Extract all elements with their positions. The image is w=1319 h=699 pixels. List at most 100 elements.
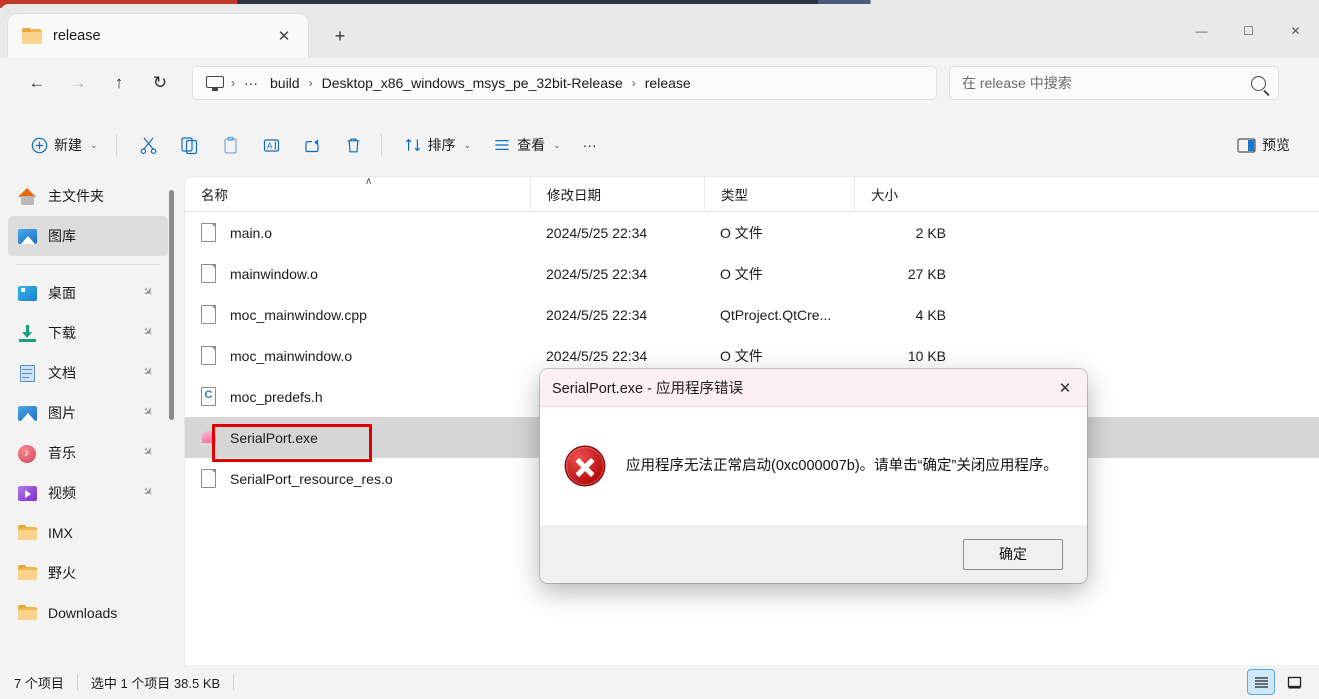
sidebar-item-videos[interactable]: 视频 ✈: [8, 473, 168, 513]
sidebar-item-label: Downloads: [48, 605, 118, 621]
new-button[interactable]: 新建 ⌄: [22, 128, 107, 162]
navigation-pane: 主文件夹 图库 桌面 ✈ 下载 ✈ 文档 ✈ 图片 ✈ ♪ 音乐 ✈ 视频 ✈ …: [0, 176, 176, 665]
sidebar-item-desktop[interactable]: 桌面 ✈: [8, 273, 168, 313]
window-controls: — ☐ ✕: [1178, 8, 1319, 54]
dialog-message: 应用程序无法正常启动(0xc000007b)。请单击“确定”关闭应用程序。: [626, 457, 1058, 474]
sidebar-scrollbar[interactable]: [169, 190, 174, 420]
pin-icon[interactable]: ✈: [140, 483, 158, 501]
table-row[interactable]: main.o 2024/5/25 22:34 O 文件 2 KB: [185, 212, 1319, 253]
file-date-cell: 2024/5/25 22:34: [546, 265, 648, 282]
exe-icon: [201, 428, 218, 448]
sidebar-item-gallery[interactable]: 图库: [8, 216, 168, 256]
sidebar-item-downloads[interactable]: 下载 ✈: [8, 313, 168, 353]
copy-button[interactable]: [171, 128, 208, 162]
delete-button[interactable]: [335, 128, 372, 162]
file-name: moc_predefs.h: [230, 388, 323, 405]
search-box[interactable]: [949, 66, 1279, 100]
back-button[interactable]: ←: [20, 66, 54, 100]
sidebar-item-home[interactable]: 主文件夹: [8, 176, 168, 216]
document-icon: [18, 364, 37, 383]
gallery-icon: [18, 227, 37, 246]
this-pc-icon[interactable]: [206, 75, 224, 91]
search-input[interactable]: [962, 75, 1251, 91]
address-bar[interactable]: › ··· build › Desktop_x86_windows_msys_p…: [192, 66, 937, 100]
maximize-button[interactable]: ☐: [1225, 8, 1272, 54]
column-header-row: 名称 ∧ 修改日期 类型 大小: [185, 177, 1319, 212]
paste-button[interactable]: [212, 128, 249, 162]
music-icon: ♪: [18, 444, 37, 463]
ok-button[interactable]: 确定: [963, 538, 1063, 570]
file-name: moc_mainwindow.o: [230, 347, 353, 364]
file-icon: [201, 345, 218, 366]
divider: [76, 674, 78, 690]
application-error-dialog: SerialPort.exe - 应用程序错误 ✕ 应用程序无法正常启动(0xc…: [540, 369, 1087, 583]
sidebar-item-music[interactable]: ♪ 音乐 ✈: [8, 433, 168, 473]
new-tab-button[interactable]: +: [326, 22, 354, 50]
column-header-label: 类型: [721, 188, 748, 203]
cut-button[interactable]: [130, 128, 167, 162]
search-icon[interactable]: [1251, 75, 1266, 91]
column-header-size[interactable]: 大小: [854, 177, 964, 212]
file-name-cell: C moc_predefs.h: [185, 386, 530, 407]
breadcrumb-separator: ›: [308, 76, 313, 90]
details-view-button[interactable]: [1247, 669, 1275, 695]
sort-button[interactable]: 排序 ⌄: [395, 128, 481, 162]
title-bar: release ✕ + — ☐ ✕: [0, 4, 1319, 58]
tab-release[interactable]: release ✕: [8, 14, 308, 58]
sidebar-item-downloads-folder[interactable]: Downloads: [8, 593, 168, 633]
column-header-name[interactable]: 名称 ∧: [185, 177, 530, 212]
chevron-down-icon: ⌄: [90, 139, 98, 150]
pin-icon[interactable]: ✈: [140, 443, 158, 461]
sidebar-item-label: IMX: [48, 525, 73, 541]
breadcrumb-overflow[interactable]: ···: [238, 73, 264, 93]
more-options-button[interactable]: ···: [574, 128, 606, 162]
pin-icon[interactable]: ✈: [140, 403, 158, 421]
home-icon: [18, 187, 37, 206]
rename-button[interactable]: A: [253, 128, 290, 162]
sidebar-item-documents[interactable]: 文档 ✈: [8, 353, 168, 393]
sidebar-item-imx[interactable]: IMX: [8, 513, 168, 553]
forward-button[interactable]: →: [61, 66, 95, 100]
sidebar-item-label: 主文件夹: [48, 188, 104, 204]
file-date-cell: 2024/5/25 22:34: [546, 224, 648, 241]
chevron-down-icon: ⌄: [553, 139, 561, 150]
close-window-button[interactable]: ✕: [1272, 8, 1319, 54]
file-size-cell: 27 KB: [907, 265, 946, 282]
file-type-cell: O 文件: [720, 347, 763, 364]
sidebar-item-pictures[interactable]: 图片 ✈: [8, 393, 168, 433]
breadcrumb-item-build[interactable]: build: [264, 73, 306, 93]
close-icon[interactable]: ✕: [1043, 369, 1087, 407]
file-explorer-window: release ✕ + — ☐ ✕ ← → ↑ ↻ › ··· build › …: [0, 0, 1319, 699]
column-header-date[interactable]: 修改日期: [530, 177, 704, 212]
pin-icon[interactable]: ✈: [140, 323, 158, 341]
column-header-label: 大小: [871, 188, 898, 203]
pin-icon[interactable]: ✈: [140, 363, 158, 381]
clipboard-icon: [221, 136, 240, 155]
minimize-button[interactable]: —: [1178, 8, 1225, 54]
file-name: mainwindow.o: [230, 265, 318, 282]
table-row[interactable]: mainwindow.o 2024/5/25 22:34 O 文件 27 KB: [185, 253, 1319, 294]
folder-icon: [18, 564, 37, 583]
navigation-bar: ← → ↑ ↻ › ··· build › Desktop_x86_window…: [0, 58, 1319, 108]
up-button[interactable]: ↑: [102, 66, 136, 100]
sidebar-item-yehuo[interactable]: 野火: [8, 553, 168, 593]
download-icon: [18, 324, 37, 343]
preview-button[interactable]: 预览: [1228, 128, 1299, 162]
sort-button-label: 排序: [427, 137, 456, 153]
large-icons-view-button[interactable]: [1281, 670, 1307, 694]
breadcrumb-item-kit[interactable]: Desktop_x86_windows_msys_pe_32bit-Releas…: [316, 73, 629, 93]
column-header-type[interactable]: 类型: [704, 177, 854, 212]
view-toggle-group: [1247, 669, 1307, 695]
preview-pane-icon: [1237, 137, 1256, 154]
share-button[interactable]: [294, 128, 331, 162]
table-row[interactable]: moc_mainwindow.cpp 2024/5/25 22:34 QtPro…: [185, 294, 1319, 335]
file-name: SerialPort.exe: [230, 429, 318, 446]
breadcrumb-item-release[interactable]: release: [639, 73, 697, 93]
file-icon: [201, 468, 218, 489]
chevron-down-icon: ⌄: [463, 139, 472, 150]
pin-icon[interactable]: ✈: [140, 283, 158, 301]
close-tab-icon[interactable]: ✕: [270, 22, 298, 50]
file-type-cell: O 文件: [720, 224, 763, 241]
refresh-button[interactable]: ↻: [143, 66, 177, 100]
view-button[interactable]: 查看 ⌄: [484, 128, 570, 162]
